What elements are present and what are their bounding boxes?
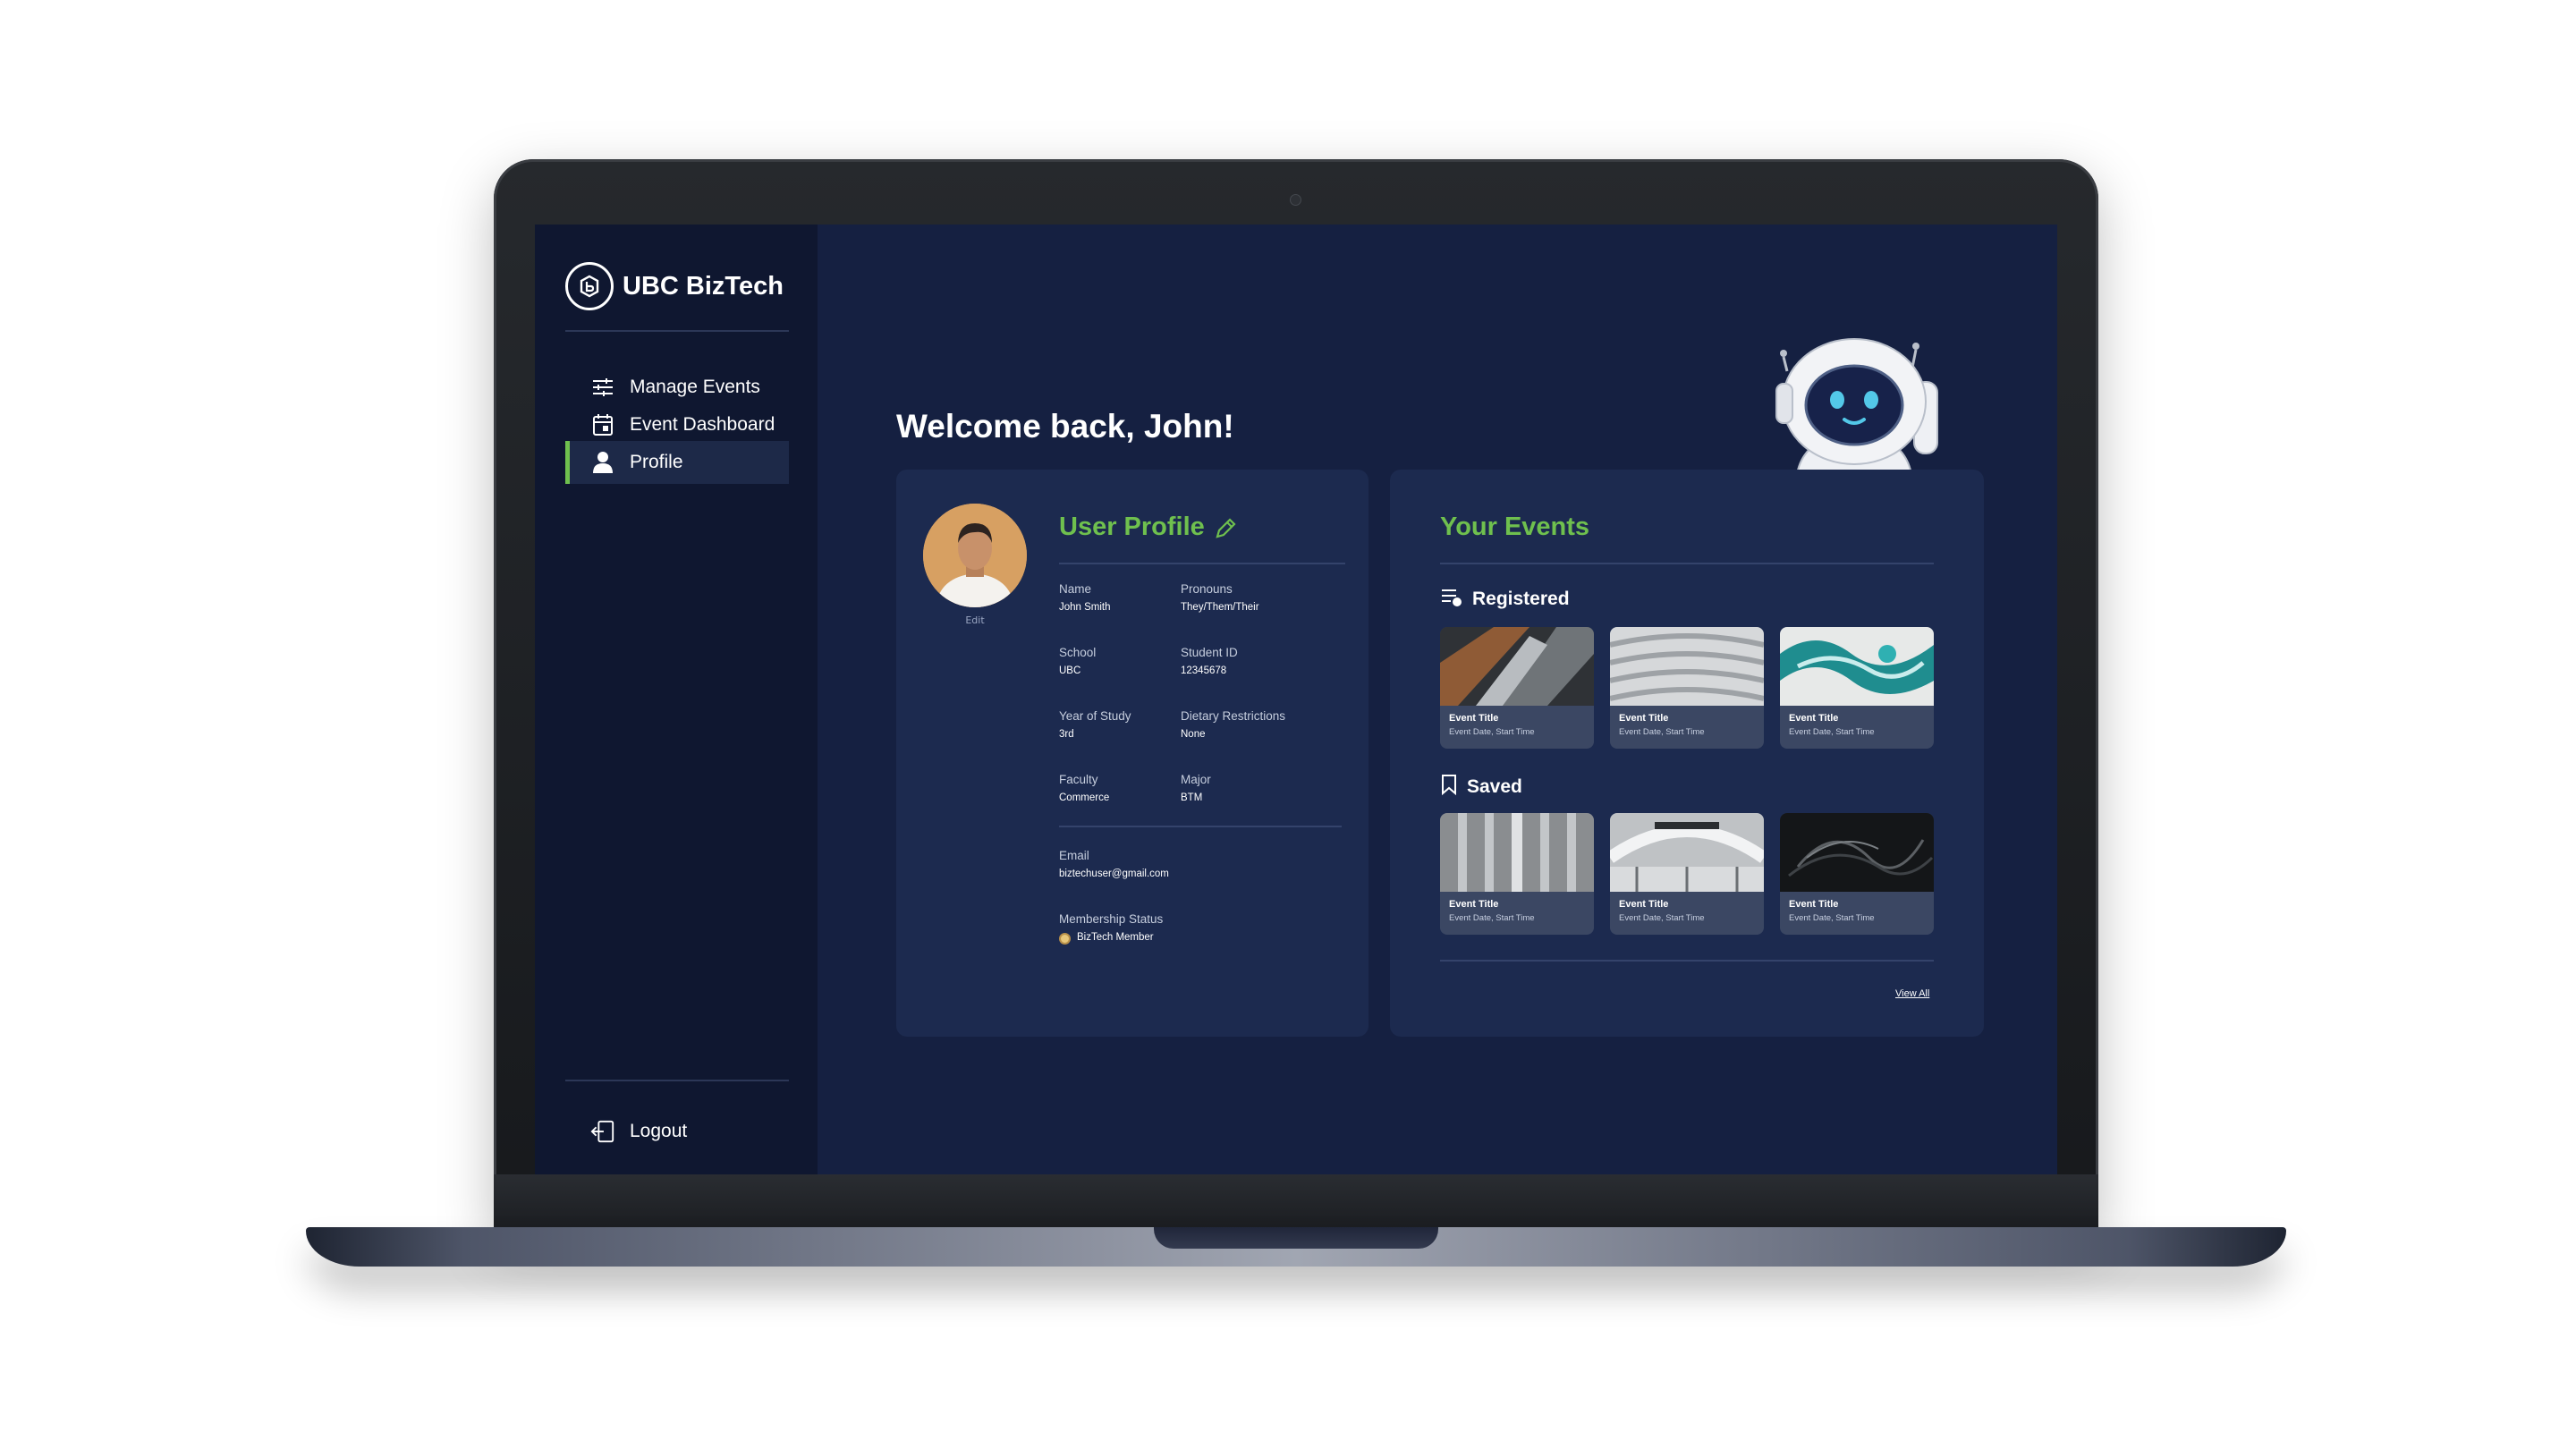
biztech-logo-icon (565, 262, 614, 310)
school-value: UBC (1059, 665, 1081, 676)
event-card[interactable]: Event Title Event Date, Start Time (1440, 627, 1594, 749)
event-card[interactable]: Event Title Event Date, Start Time (1610, 813, 1764, 935)
registered-label: Registered (1472, 589, 1570, 609)
pronouns-value: They/Them/Their (1181, 602, 1259, 613)
student-id-label: Student ID (1181, 646, 1238, 659)
event-subtitle: Event Date, Start Time (1449, 913, 1535, 923)
events-bottom-divider (1440, 960, 1934, 962)
logout-icon (590, 1119, 615, 1144)
event-title: Event Title (1619, 899, 1669, 910)
events-title-divider (1440, 563, 1934, 564)
sliders-icon (590, 375, 615, 400)
event-title: Event Title (1449, 713, 1499, 724)
laptop-notch (1154, 1227, 1438, 1249)
bookmark-icon (1440, 774, 1458, 801)
logout-button[interactable]: Logout (565, 1110, 789, 1153)
profile-card: Edit User Profile Name John Smith Pronou… (896, 470, 1368, 1037)
event-card[interactable]: Event Title Event Date, Start Time (1780, 813, 1934, 935)
avatar[interactable] (923, 504, 1027, 607)
app-screen: UBC BizTech Manage Events Event Dashboar… (535, 225, 2057, 1174)
sidebar-item-label: Event Dashboard (630, 414, 775, 435)
event-thumbnail (1610, 627, 1764, 706)
user-icon (590, 450, 615, 475)
registered-heading: Registered (1440, 586, 1570, 613)
event-title: Event Title (1789, 899, 1839, 910)
event-card[interactable]: Event Title Event Date, Start Time (1440, 813, 1594, 935)
event-card[interactable]: Event Title Event Date, Start Time (1780, 627, 1934, 749)
event-thumbnail (1780, 813, 1934, 892)
email-value: biztechuser@gmail.com (1059, 869, 1169, 879)
dietary-label: Dietary Restrictions (1181, 709, 1286, 723)
event-card[interactable]: Event Title Event Date, Start Time (1610, 627, 1764, 749)
events-title: Your Events (1440, 513, 1590, 541)
year-label: Year of Study (1059, 709, 1131, 723)
sidebar-item-label: Manage Events (630, 377, 760, 397)
logout-label: Logout (630, 1121, 688, 1141)
sidebar-item-profile[interactable]: Profile (565, 441, 789, 484)
membership-value: BizTech Member (1077, 932, 1154, 943)
camera (1290, 194, 1301, 206)
event-subtitle: Event Date, Start Time (1449, 727, 1535, 737)
event-subtitle: Event Date, Start Time (1619, 727, 1705, 737)
edit-pencil-icon[interactable] (1213, 516, 1238, 545)
event-subtitle: Event Date, Start Time (1789, 913, 1875, 923)
event-title: Event Title (1449, 899, 1499, 910)
event-thumbnail (1440, 627, 1594, 706)
brand-name: UBC BizTech (623, 271, 784, 301)
sidebar-divider (565, 330, 789, 332)
list-check-icon (1440, 586, 1463, 613)
event-title: Event Title (1789, 713, 1839, 724)
page-title: Welcome back, John! (896, 408, 1234, 445)
event-thumbnail (1780, 627, 1934, 706)
event-thumbnail (1440, 813, 1594, 892)
name-value: John Smith (1059, 602, 1111, 613)
sidebar-divider (565, 1080, 789, 1081)
membership-label: Membership Status (1059, 912, 1164, 926)
event-subtitle: Event Date, Start Time (1619, 913, 1705, 923)
avatar-edit-link[interactable]: Edit (923, 614, 1027, 626)
profile-title: User Profile (1059, 513, 1205, 541)
email-label: Email (1059, 849, 1089, 862)
events-card: Your Events Registered Event Title Event… (1390, 470, 1984, 1037)
event-thumbnail (1610, 813, 1764, 892)
robot-mascot-icon (1775, 338, 1938, 480)
faculty-label: Faculty (1059, 773, 1098, 786)
dietary-value: None (1181, 729, 1206, 740)
saved-heading: Saved (1440, 774, 1522, 801)
view-all-link[interactable]: View All (1895, 988, 1929, 999)
profile-section-divider (1059, 826, 1342, 827)
name-label: Name (1059, 582, 1092, 596)
event-title: Event Title (1619, 713, 1669, 724)
sidebar-item-manage-events[interactable]: Manage Events (565, 366, 789, 409)
student-id-value: 12345678 (1181, 665, 1227, 676)
major-label: Major (1181, 773, 1211, 786)
member-badge-icon (1059, 933, 1071, 945)
sidebar-item-event-dashboard[interactable]: Event Dashboard (565, 403, 789, 446)
calendar-icon (590, 412, 615, 437)
pronouns-label: Pronouns (1181, 582, 1233, 596)
school-label: School (1059, 646, 1097, 659)
faculty-value: Commerce (1059, 792, 1110, 803)
sidebar-item-label: Profile (630, 452, 683, 472)
major-value: BTM (1181, 792, 1203, 803)
sidebar: UBC BizTech Manage Events Event Dashboar… (535, 225, 818, 1174)
laptop-chin (494, 1174, 2098, 1230)
profile-title-divider (1059, 563, 1345, 564)
event-subtitle: Event Date, Start Time (1789, 727, 1875, 737)
brand[interactable]: UBC BizTech (565, 262, 784, 310)
year-value: 3rd (1059, 729, 1074, 740)
saved-label: Saved (1467, 776, 1522, 797)
